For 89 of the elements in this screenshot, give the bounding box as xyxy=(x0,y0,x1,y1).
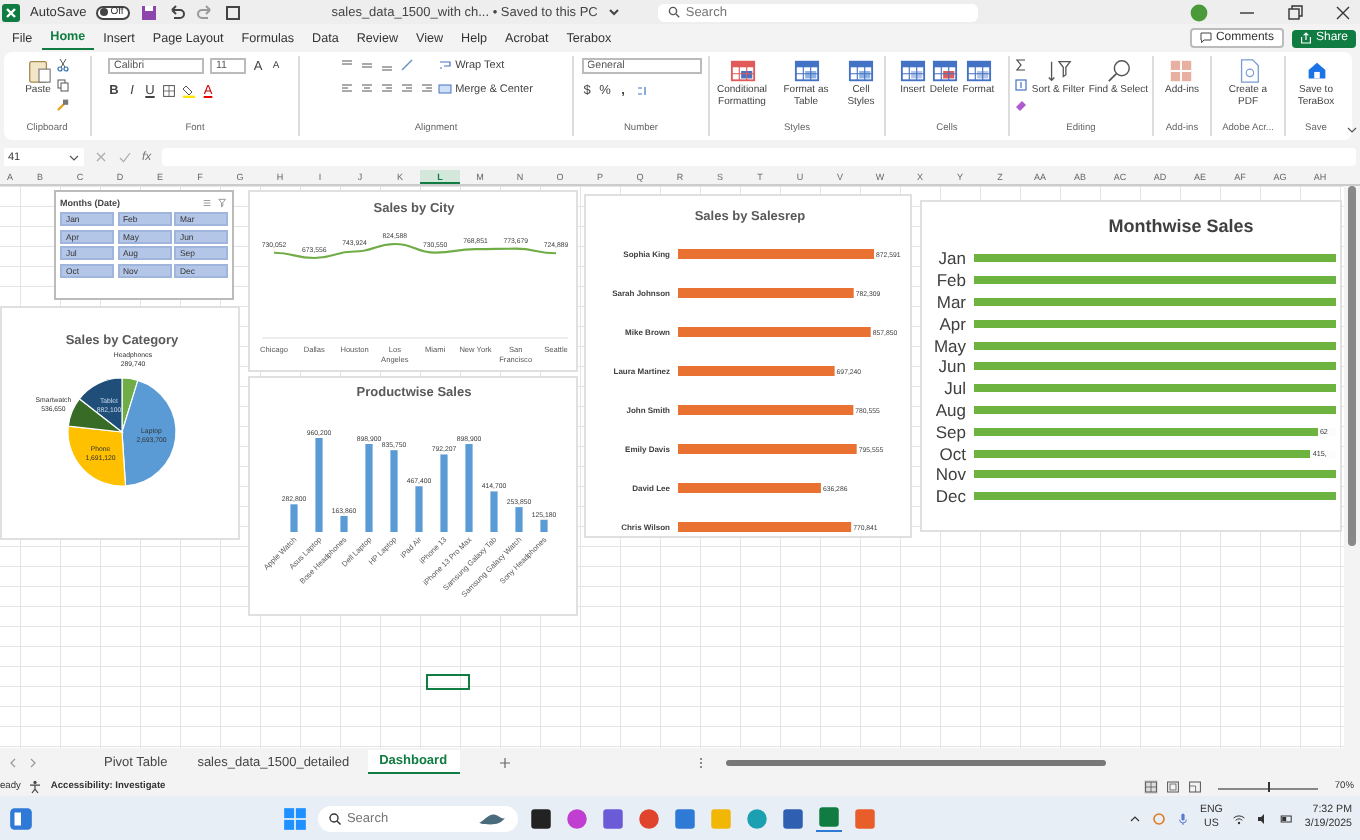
search-icon xyxy=(1105,58,1132,84)
scissors-icon[interactable] xyxy=(55,58,69,72)
previous-icon[interactable] xyxy=(6,755,20,769)
table-icon xyxy=(931,58,958,84)
sum-icon[interactable] xyxy=(1013,58,1028,72)
normal-view-icon[interactable] xyxy=(1144,779,1159,793)
sort-filter-icon xyxy=(1045,58,1072,84)
table-icon xyxy=(793,58,819,84)
bar xyxy=(490,491,498,532)
caret-icon[interactable] xyxy=(607,6,620,18)
brush-icon[interactable] xyxy=(55,98,69,112)
bar xyxy=(365,444,373,532)
windows-logo-icon[interactable] xyxy=(282,805,309,831)
decimal-icon[interactable] xyxy=(635,84,649,98)
bar xyxy=(678,483,821,493)
cell-cursor xyxy=(426,674,470,690)
borders-icon[interactable] xyxy=(162,84,176,98)
avatar-icon[interactable] xyxy=(1190,3,1208,21)
search-icon xyxy=(328,811,343,825)
cancel-icon[interactable] xyxy=(94,150,108,164)
close-icon[interactable] xyxy=(1334,3,1352,21)
search-icon xyxy=(667,6,680,18)
bird-icon xyxy=(476,810,509,826)
comment-icon xyxy=(1199,32,1212,44)
bar xyxy=(340,515,348,532)
orientation-icon[interactable] xyxy=(399,58,414,72)
chevron-up-icon[interactable] xyxy=(1127,811,1142,825)
expand-icon[interactable] xyxy=(1346,124,1358,136)
axis-label: Jul xyxy=(942,378,968,399)
accessibility-icon[interactable] xyxy=(28,779,43,793)
copy-icon[interactable] xyxy=(55,78,69,92)
align-icon[interactable] xyxy=(339,82,354,96)
clipboard-icon xyxy=(25,58,51,84)
bar xyxy=(415,486,423,532)
multi-select-icon[interactable] xyxy=(202,198,212,208)
bar xyxy=(540,519,548,532)
align-icon[interactable] xyxy=(359,58,374,72)
app-icon[interactable] xyxy=(528,805,555,831)
grid-icon xyxy=(1168,58,1195,84)
table-icon xyxy=(899,58,926,84)
axis-label: Jun xyxy=(936,356,968,377)
axis-label: Nov xyxy=(933,464,968,485)
axis-label: Dec xyxy=(933,486,968,507)
axis-label: Jan xyxy=(936,248,968,269)
bar xyxy=(515,507,523,532)
zoom-slider[interactable] xyxy=(1218,782,1319,790)
excel-logo-icon[interactable] xyxy=(2,3,20,21)
axis-label: Feb xyxy=(934,270,968,291)
table-icon xyxy=(848,58,874,84)
fill-down-icon[interactable] xyxy=(1013,78,1028,92)
table-icon xyxy=(965,58,992,84)
align-icon[interactable] xyxy=(399,82,414,96)
bar xyxy=(440,454,448,532)
fill-color-icon[interactable] xyxy=(182,84,196,98)
clear-filter-icon[interactable] xyxy=(218,198,228,208)
align-icon[interactable] xyxy=(419,82,434,96)
bar xyxy=(315,438,323,532)
undo-icon[interactable] xyxy=(167,3,186,21)
widgets-icon[interactable] xyxy=(8,805,34,831)
bar xyxy=(290,504,298,532)
restore-icon[interactable] xyxy=(1286,3,1304,21)
align-icon[interactable] xyxy=(379,82,394,96)
merge-icon xyxy=(437,82,452,96)
eraser-icon[interactable] xyxy=(1013,98,1028,112)
align-icon[interactable] xyxy=(359,82,374,96)
axis-label: Mar xyxy=(934,291,968,312)
chart-title: Monthwise Sales xyxy=(1106,214,1256,240)
redo-icon[interactable] xyxy=(195,3,214,21)
wifi-icon[interactable] xyxy=(1232,811,1247,825)
axis-label: Aug xyxy=(933,399,968,420)
add-icon[interactable] xyxy=(497,755,512,769)
caret-icon xyxy=(68,151,80,163)
save-icon[interactable] xyxy=(139,3,158,21)
axis-label: Sep xyxy=(933,421,968,442)
microphone-icon[interactable] xyxy=(1175,811,1190,825)
bar xyxy=(390,450,398,532)
bar xyxy=(465,444,473,532)
document-icon xyxy=(1235,58,1261,84)
page-break-icon[interactable] xyxy=(1188,779,1203,793)
battery-icon[interactable] xyxy=(1280,811,1295,825)
enter-icon[interactable] xyxy=(118,150,132,164)
axis-label: Oct xyxy=(937,443,968,464)
axis-label: Apr xyxy=(937,313,968,334)
table-icon xyxy=(729,58,755,84)
next-icon[interactable] xyxy=(26,755,40,769)
share-icon xyxy=(1299,32,1312,44)
axis-label: May xyxy=(931,335,968,356)
page-layout-icon[interactable] xyxy=(1166,779,1181,793)
wrap-icon xyxy=(437,58,452,72)
